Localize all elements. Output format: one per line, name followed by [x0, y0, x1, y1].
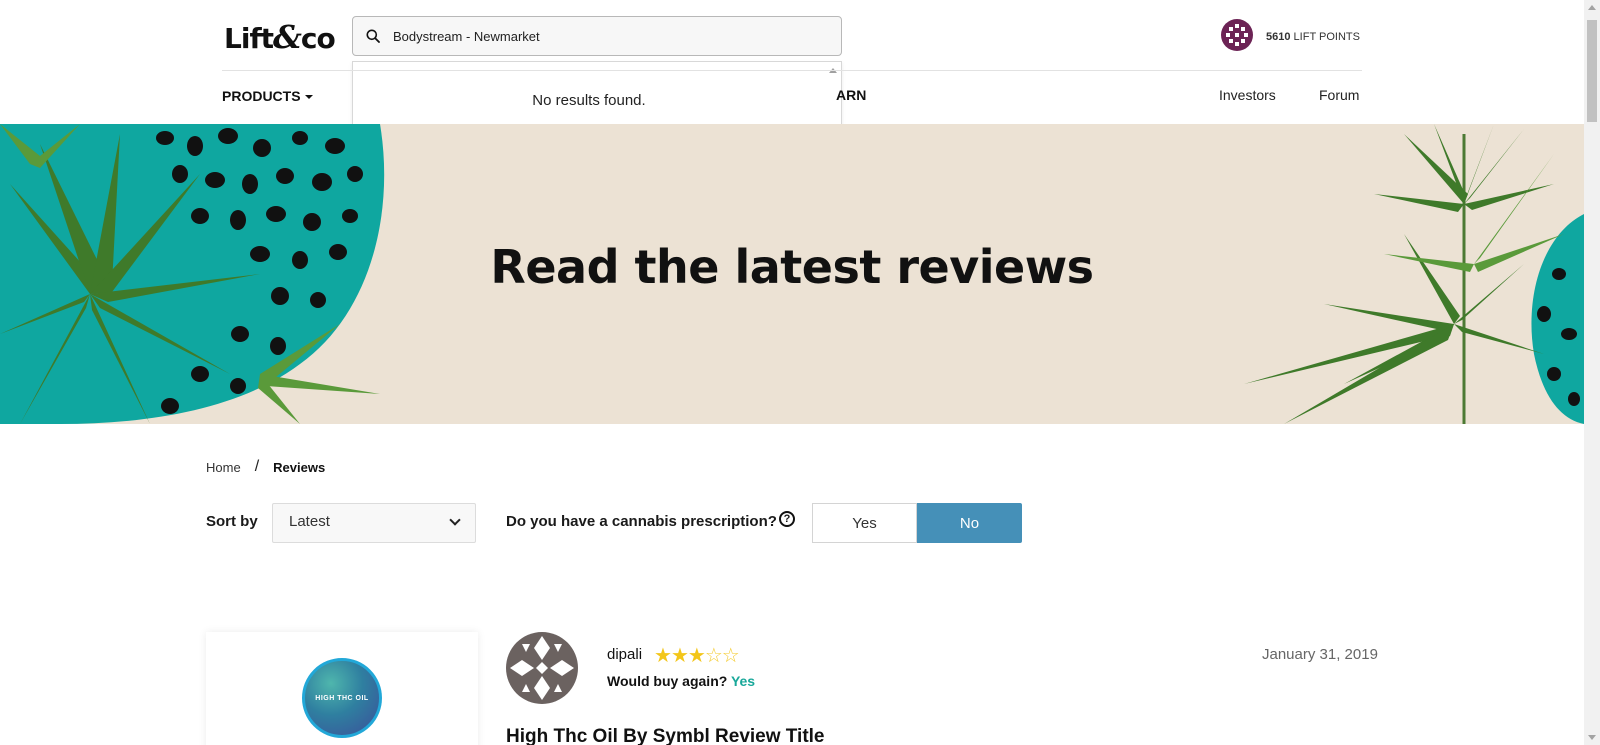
- prescription-no-button[interactable]: No: [917, 503, 1022, 543]
- logo-ampersand: &: [273, 18, 302, 56]
- site-header: Lift&co No results found. 5610 LIFT POIN…: [0, 0, 1584, 144]
- lift-points-icon: [1220, 18, 1254, 55]
- page-scrollbar[interactable]: [1584, 0, 1600, 745]
- star-outline-icon: ☆: [704, 645, 723, 667]
- hero-banner: Read the latest reviews: [0, 124, 1584, 424]
- sort-select[interactable]: Latest: [272, 503, 476, 543]
- reviewer-username[interactable]: dipali: [607, 646, 642, 663]
- review-title[interactable]: High Thc Oil By Symbl Review Title: [506, 726, 825, 745]
- logo-text-lift: Lift: [224, 22, 274, 55]
- lift-points-label: LIFT POINTS: [1293, 30, 1360, 43]
- lift-points-value: 5610: [1266, 30, 1291, 43]
- avatar[interactable]: [506, 632, 578, 704]
- search-icon: [353, 17, 393, 55]
- scroll-down-arrow-icon[interactable]: [1588, 735, 1596, 740]
- breadcrumb: Home / Reviews: [206, 458, 325, 476]
- prescription-question: Do you have a cannabis prescription?: [506, 513, 777, 530]
- nav-products-label: PRODUCTS: [222, 88, 301, 104]
- nav-learn[interactable]: ARN: [836, 87, 866, 103]
- nav-investors[interactable]: Investors: [1219, 87, 1276, 103]
- sort-selected-value: Latest: [289, 513, 330, 530]
- breadcrumb-home-link[interactable]: Home: [206, 460, 241, 475]
- would-buy-again-label: Would buy again?: [607, 673, 728, 689]
- scrollbar-thumb[interactable]: [1587, 20, 1597, 122]
- search-input[interactable]: [393, 28, 813, 44]
- star-icon: ★: [670, 645, 689, 667]
- search-box[interactable]: [352, 16, 842, 56]
- help-icon[interactable]: ?: [779, 511, 795, 527]
- product-image-label: HIGH THC OIL: [315, 694, 369, 702]
- star-outline-icon: ☆: [721, 645, 740, 667]
- would-buy-again: Would buy again? Yes: [607, 673, 755, 689]
- product-image[interactable]: HIGH THC OIL: [302, 658, 382, 738]
- star-rating: ★★★☆☆: [654, 643, 740, 668]
- breadcrumb-current: Reviews: [273, 459, 326, 475]
- nav-products[interactable]: PRODUCTS: [222, 88, 313, 104]
- hero-title: Read the latest reviews: [490, 240, 1094, 294]
- sort-by-label: Sort by: [206, 513, 258, 530]
- review-date: January 31, 2019: [1262, 646, 1378, 663]
- star-icon: ★: [654, 645, 672, 667]
- caret-down-icon: [304, 95, 313, 100]
- scroll-up-arrow-icon[interactable]: [1588, 5, 1596, 10]
- star-icon: ★: [687, 645, 706, 667]
- lift-points[interactable]: 5610 LIFT POINTS: [1220, 18, 1360, 55]
- breadcrumb-separator: /: [254, 458, 260, 475]
- nav-forum[interactable]: Forum: [1319, 87, 1359, 103]
- header-divider: [222, 70, 1362, 71]
- lift-and-co-logo[interactable]: Lift&co: [224, 18, 336, 56]
- would-buy-again-value: Yes: [730, 673, 756, 689]
- chevron-down-icon: [449, 514, 461, 526]
- product-card[interactable]: HIGH THC OIL: [206, 632, 478, 745]
- lift-points-text: 5610 LIFT POINTS: [1266, 31, 1360, 43]
- prescription-yes-button[interactable]: Yes: [812, 503, 917, 543]
- prescription-toggle: Yes No: [812, 503, 1022, 543]
- no-results-message: No results found.: [532, 92, 646, 109]
- logo-text-co: co: [300, 22, 336, 55]
